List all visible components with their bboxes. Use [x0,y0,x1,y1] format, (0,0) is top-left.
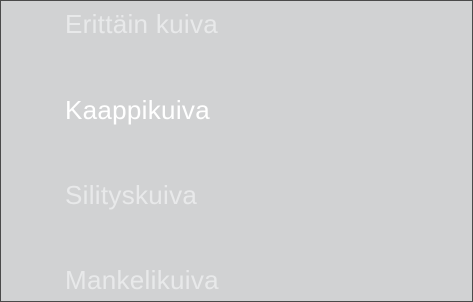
option-erittain-kuiva[interactable]: Erittäin kuiva [65,9,218,39]
option-silityskuiva[interactable]: Silityskuiva [65,180,197,210]
option-mankelikuiva[interactable]: Mankelikuiva [65,265,219,295]
dryness-level-list: Erittäin kuiva Kaappikuiva Silityskuiva … [0,0,473,302]
option-kaappikuiva-selected[interactable]: Kaappikuiva [65,95,210,125]
